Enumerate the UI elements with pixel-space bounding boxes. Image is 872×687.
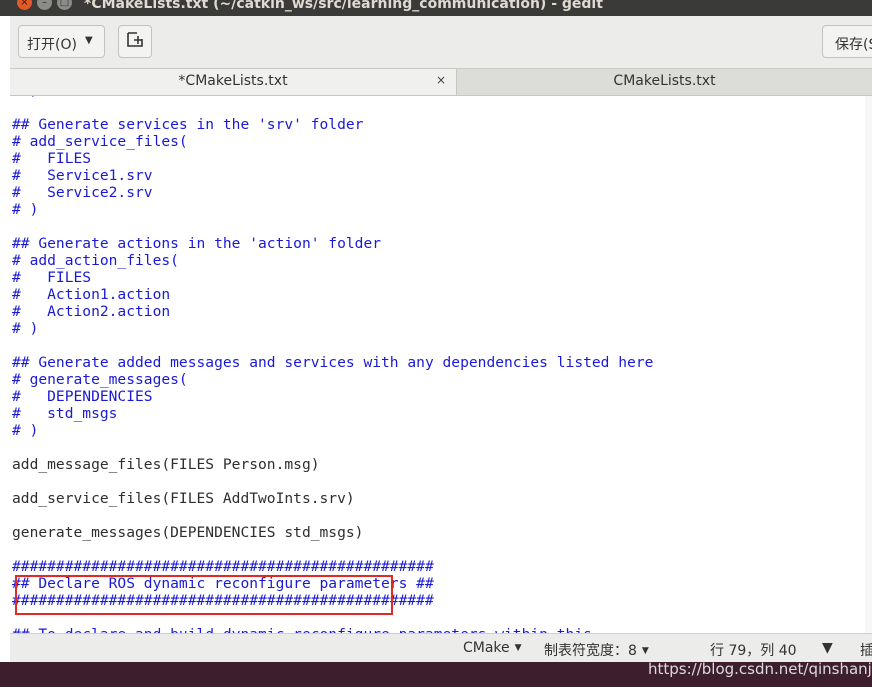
code-line: # Action2.action [12, 303, 171, 320]
cursor-position[interactable]: 行 79，列 40 [710, 640, 797, 660]
code-line: # ) [12, 201, 39, 218]
vertical-scrollbar[interactable] [865, 96, 872, 633]
tab-label: *CMakeLists.txt [178, 73, 288, 89]
window-maximize-button[interactable]: □ [57, 0, 72, 10]
tab-cmakelists[interactable]: CMakeLists.txt [457, 69, 872, 95]
code-content: # ) ## Generate services in the 'srv' fol… [12, 96, 653, 633]
save-button[interactable]: 保存(S [822, 25, 872, 58]
cursor-position-label: 行 79，列 40 [710, 643, 797, 659]
code-line: # add_action_files( [12, 252, 179, 269]
chevron-down-icon: ▼ [641, 646, 649, 656]
tab-width-selector[interactable]: 制表符宽度：8 ▼ [544, 640, 649, 660]
code-line: # FILES [12, 269, 92, 286]
language-selector[interactable]: CMake ▼ [463, 640, 522, 656]
window-title: *CMakeLists.txt (~/catkin_ws/src/learnin… [84, 0, 603, 12]
document-tabs: *CMakeLists.txt × CMakeLists.txt [10, 69, 872, 96]
tab-cmakelists-modified[interactable]: *CMakeLists.txt × [10, 69, 457, 95]
header-toolbar: 打开(O) ▼ 保存(S [10, 16, 872, 69]
code-line: ## Generate added messages and services … [12, 354, 654, 371]
code-line: ## Generate services in the 'srv' folder [12, 116, 364, 133]
watermark: https://blog.csdn.net/qinshanjy [648, 660, 872, 678]
insert-mode-indicator[interactable]: 插 [860, 640, 872, 660]
maximize-icon: □ [59, 0, 70, 8]
minimize-icon: – [42, 0, 47, 8]
code-line: add_service_files(FILES AddTwoInts.srv) [12, 490, 355, 507]
language-label: CMake [463, 640, 510, 656]
code-line: # add_service_files( [12, 133, 188, 150]
new-document-icon [127, 32, 143, 47]
highlight-annotation [15, 575, 393, 615]
status-bar: CMake ▼ 制表符宽度：8 ▼ 行 79，列 40 ▼ 插 [10, 633, 872, 662]
new-document-button[interactable] [118, 25, 152, 58]
open-button[interactable]: 打开(O) ▼ [18, 25, 105, 58]
chevron-down-icon: ▼ [514, 643, 522, 653]
code-line: generate_messages(DEPENDENCIES std_msgs) [12, 524, 364, 541]
close-icon: × [20, 0, 29, 8]
code-line: ########################################… [12, 558, 434, 575]
code-line: # Action1.action [12, 286, 171, 303]
tab-width-label: 制表符宽度：8 [544, 643, 637, 659]
tab-label: CMakeLists.txt [613, 73, 716, 89]
code-line: # DEPENDENCIES [12, 388, 153, 405]
window-titlebar: × – □ *CMakeLists.txt (~/catkin_ws/src/l… [0, 0, 872, 16]
chevron-down-icon[interactable]: ▼ [822, 640, 833, 656]
code-line: # generate_messages( [12, 371, 188, 388]
code-line: ## To declare and build dynamic reconfig… [12, 626, 653, 633]
code-line: # FILES [12, 150, 92, 167]
code-line: add_message_files(FILES Person.msg) [12, 456, 320, 473]
close-icon[interactable]: × [436, 73, 446, 87]
chevron-down-icon: ▼ [85, 35, 93, 46]
code-line: # Service2.srv [12, 184, 153, 201]
code-line: # Service1.srv [12, 167, 153, 184]
window-minimize-button[interactable]: – [37, 0, 52, 10]
open-button-label: 打开(O) [27, 37, 77, 53]
code-line: # ) [12, 320, 39, 337]
code-line: # std_msgs [12, 405, 118, 422]
window-close-button[interactable]: × [17, 0, 32, 10]
save-button-label: 保存(S [835, 37, 872, 53]
code-line: # ) [12, 422, 39, 439]
text-editor[interactable]: # ) ## Generate services in the 'srv' fol… [10, 96, 865, 633]
code-line: ## Generate actions in the 'action' fold… [12, 235, 382, 252]
